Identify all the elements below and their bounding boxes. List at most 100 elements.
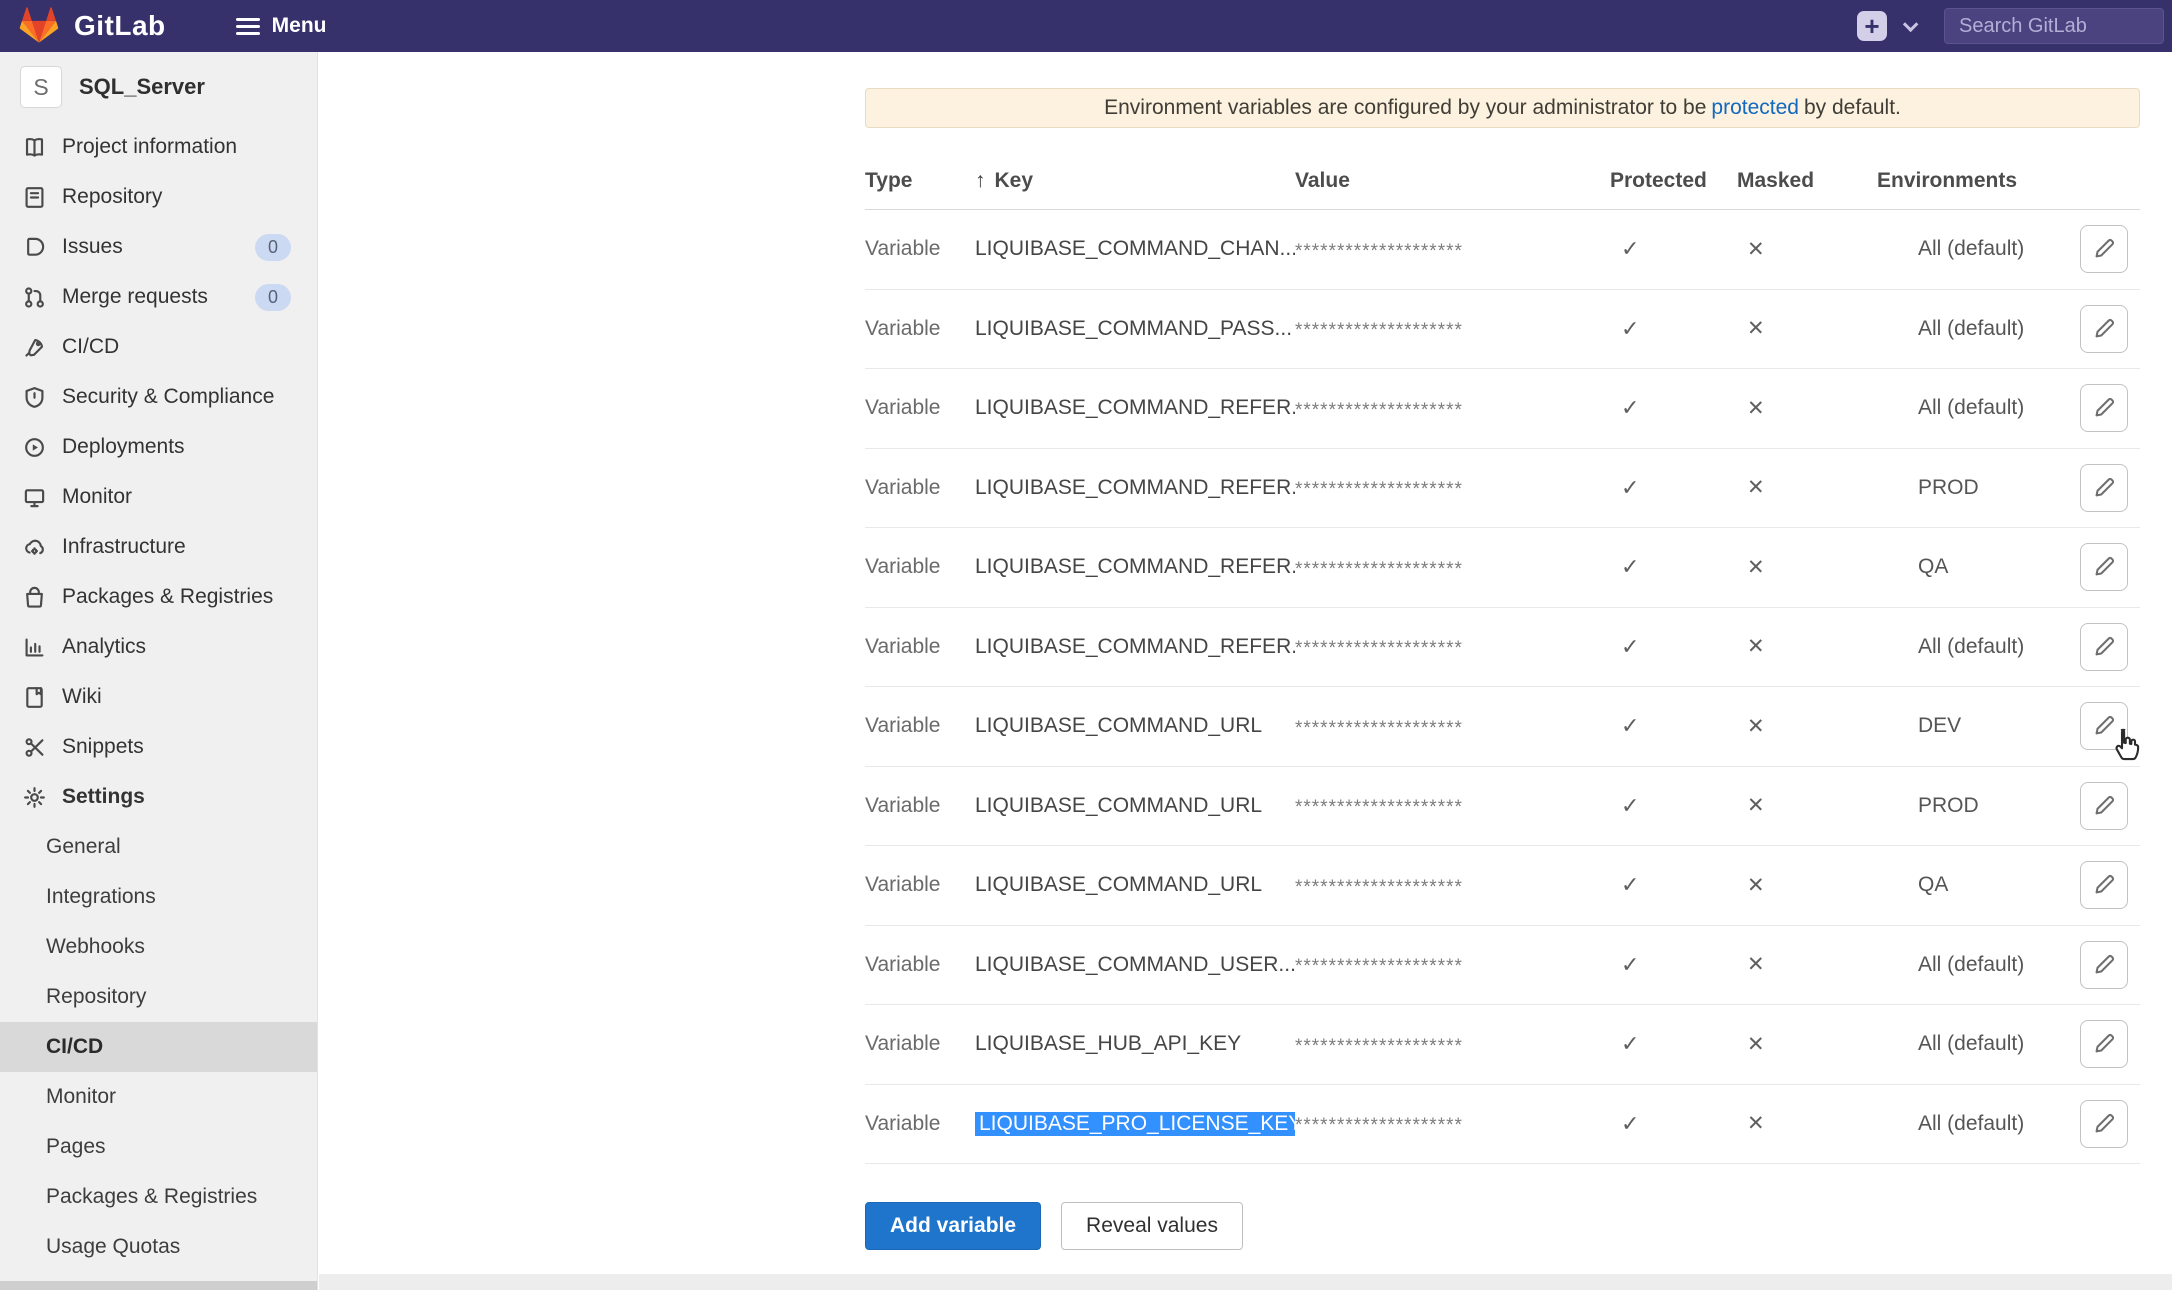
sidebar-item-ci-cd[interactable]: CI/CD: [0, 322, 317, 372]
col-header-type: Type: [865, 169, 975, 193]
edit-variable-button[interactable]: [2080, 861, 2128, 909]
sidebar-subitem-ci-cd[interactable]: CI/CD: [0, 1022, 317, 1072]
count-badge: 0: [255, 234, 291, 261]
variable-environments: PROD: [1865, 794, 2080, 818]
sidebar-item-deployments[interactable]: Deployments: [0, 422, 317, 472]
variable-environments: QA: [1865, 555, 2080, 579]
variable-key: LIQUIBASE_PRO_LICENSE_KEY: [975, 1112, 1295, 1136]
sidebar-subitem-packages-registries[interactable]: Packages & Registries: [0, 1172, 317, 1222]
protected-check-icon: ✓: [1595, 316, 1725, 342]
edit-variable-button[interactable]: [2080, 384, 2128, 432]
protected-check-icon: ✓: [1595, 1111, 1725, 1137]
reveal-values-button[interactable]: Reveal values: [1061, 1202, 1243, 1250]
add-variable-button[interactable]: Add variable: [865, 1202, 1041, 1250]
sidebar-item-label: Packages & Registries: [62, 585, 273, 609]
deployments-icon: [22, 435, 46, 459]
sidebar-item-wiki[interactable]: Wiki: [0, 672, 317, 722]
search-input[interactable]: [1944, 8, 2164, 44]
pencil-icon: [2093, 874, 2115, 896]
sidebar-item-analytics[interactable]: Analytics: [0, 622, 317, 672]
variable-value-masked: ********************: [1295, 1031, 1595, 1058]
chevron-down-icon[interactable]: [1903, 16, 1919, 32]
variable-type: Variable: [865, 1032, 975, 1056]
sidebar-item-repository[interactable]: Repository: [0, 172, 317, 222]
masked-cross-icon: ✕: [1725, 634, 1865, 659]
variable-type: Variable: [865, 953, 975, 977]
sidebar-item-merge-requests[interactable]: Merge requests0: [0, 272, 317, 322]
issues-icon: [22, 235, 46, 259]
sidebar-item-label: Settings: [62, 785, 145, 809]
variable-value-masked: ********************: [1295, 951, 1595, 978]
sidebar-subitem-usage-quotas[interactable]: Usage Quotas: [0, 1222, 317, 1272]
masked-cross-icon: ✕: [1725, 237, 1865, 262]
masked-cross-icon: ✕: [1725, 1032, 1865, 1057]
variable-value-masked: ********************: [1295, 554, 1595, 581]
variable-row: Variable LIQUIBASE_HUB_API_KEY *********…: [865, 1005, 2140, 1085]
sidebar-subitem-integrations[interactable]: Integrations: [0, 872, 317, 922]
sidebar-item-packages-registries[interactable]: Packages & Registries: [0, 572, 317, 622]
masked-cross-icon: ✕: [1725, 714, 1865, 739]
variable-value-masked: ********************: [1295, 236, 1595, 263]
col-header-key[interactable]: ↑Key: [975, 169, 1295, 193]
pencil-icon: [2093, 715, 2115, 737]
edit-variable-button[interactable]: [2080, 782, 2128, 830]
rocket-icon: [22, 335, 46, 359]
sidebar-item-security-compliance[interactable]: Security & Compliance: [0, 372, 317, 422]
sidebar-subitem-webhooks[interactable]: Webhooks: [0, 922, 317, 972]
edit-variable-button[interactable]: [2080, 1020, 2128, 1068]
variable-type: Variable: [865, 555, 975, 579]
sidebar-item-infrastructure[interactable]: Infrastructure: [0, 522, 317, 572]
variable-key: LIQUIBASE_COMMAND_USER...: [975, 953, 1295, 977]
project-header[interactable]: S SQL_Server: [0, 52, 317, 122]
pencil-icon: [2093, 636, 2115, 658]
sidebar-item-label: Security & Compliance: [62, 385, 274, 409]
edit-variable-button[interactable]: [2080, 225, 2128, 273]
sidebar-item-settings[interactable]: Settings: [0, 772, 317, 822]
sidebar-item-snippets[interactable]: Snippets: [0, 722, 317, 772]
edit-variable-button[interactable]: [2080, 464, 2128, 512]
variables-table-body: Variable LIQUIBASE_COMMAND_CHAN... *****…: [865, 210, 2140, 1164]
sidebar-item-label: Project information: [62, 135, 237, 159]
variable-value-masked: ********************: [1295, 474, 1595, 501]
edit-variable-button[interactable]: [2080, 941, 2128, 989]
variable-type: Variable: [865, 396, 975, 420]
variable-environments: All (default): [1865, 635, 2080, 659]
variable-key: LIQUIBASE_COMMAND_URL: [975, 873, 1295, 897]
variable-row: Variable LIQUIBASE_COMMAND_URL *********…: [865, 687, 2140, 767]
alert-text-after: by default.: [1804, 96, 1901, 120]
variable-value-masked: ********************: [1295, 1110, 1595, 1137]
sidebar-item-label: Analytics: [62, 635, 146, 659]
protected-link[interactable]: protected: [1711, 96, 1799, 120]
edit-variable-button[interactable]: [2080, 1100, 2128, 1148]
package-icon: [22, 585, 46, 609]
scissors-icon: [22, 735, 46, 759]
sidebar-item-project-information[interactable]: Project information: [0, 122, 317, 172]
masked-cross-icon: ✕: [1725, 873, 1865, 898]
project-avatar: S: [20, 66, 62, 108]
count-badge: 0: [255, 284, 291, 311]
variable-type: Variable: [865, 237, 975, 261]
sidebar-subitem-pages[interactable]: Pages: [0, 1122, 317, 1172]
chart-icon: [22, 635, 46, 659]
sidebar-item-issues[interactable]: Issues0: [0, 222, 317, 272]
edit-variable-button[interactable]: [2080, 305, 2128, 353]
menu-button[interactable]: Menu: [236, 14, 327, 38]
variable-environments: QA: [1865, 873, 2080, 897]
brand-title: GitLab: [74, 10, 166, 42]
edit-variable-button[interactable]: [2080, 543, 2128, 591]
sidebar-subitem-repository[interactable]: Repository: [0, 972, 317, 1022]
gitlab-home-link[interactable]: GitLab: [18, 6, 166, 46]
new-item-button[interactable]: +: [1857, 11, 1887, 41]
edit-variable-button[interactable]: [2080, 702, 2128, 750]
sidebar-item-monitor[interactable]: Monitor: [0, 472, 317, 522]
pencil-icon: [2093, 1113, 2115, 1135]
masked-cross-icon: ✕: [1725, 475, 1865, 500]
wiki-icon: [22, 685, 46, 709]
sidebar-subitem-general[interactable]: General: [0, 822, 317, 872]
variable-key: LIQUIBASE_COMMAND_CHAN...: [975, 237, 1295, 261]
protected-check-icon: ✓: [1595, 952, 1725, 978]
sidebar-scrollbar[interactable]: [0, 1281, 318, 1290]
masked-cross-icon: ✕: [1725, 555, 1865, 580]
sidebar-subitem-monitor[interactable]: Monitor: [0, 1072, 317, 1122]
edit-variable-button[interactable]: [2080, 623, 2128, 671]
